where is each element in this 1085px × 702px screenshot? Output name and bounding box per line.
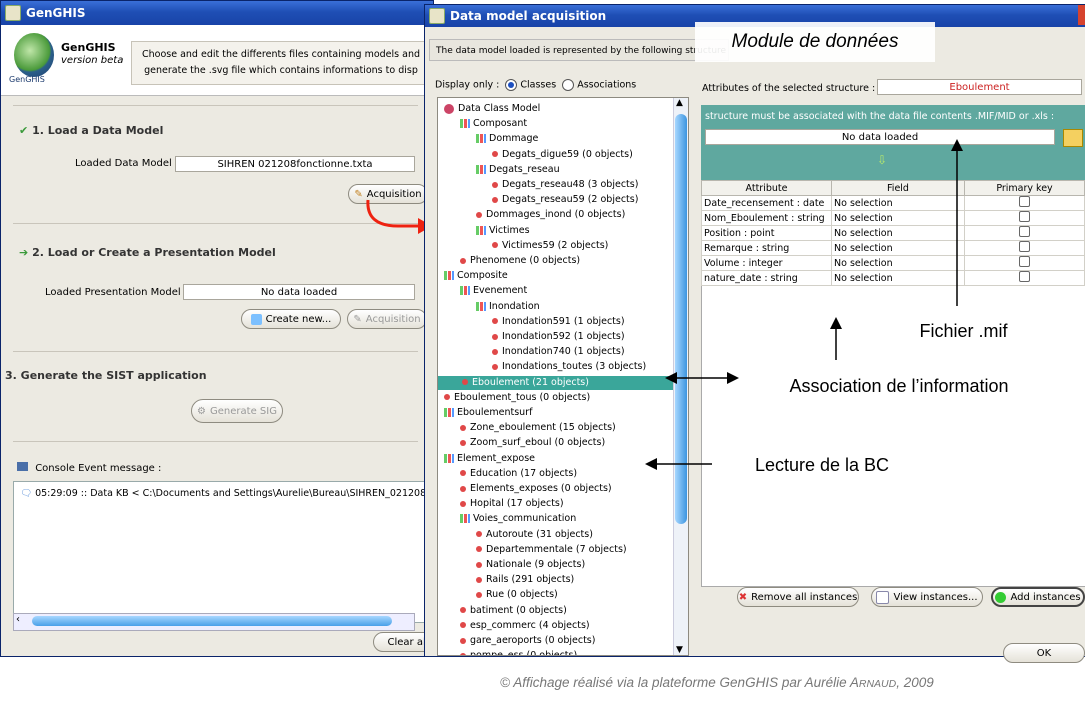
- annotation-arrows: [645, 139, 963, 470]
- caption-prefix: © Affichage réalisé via la plateforme Ge…: [500, 675, 859, 690]
- image-caption: © Affichage réalisé via la plateforme Ge…: [500, 675, 934, 690]
- caption-smallcaps: RNAUD: [858, 678, 897, 690]
- caption-suffix: , 2009: [896, 675, 934, 690]
